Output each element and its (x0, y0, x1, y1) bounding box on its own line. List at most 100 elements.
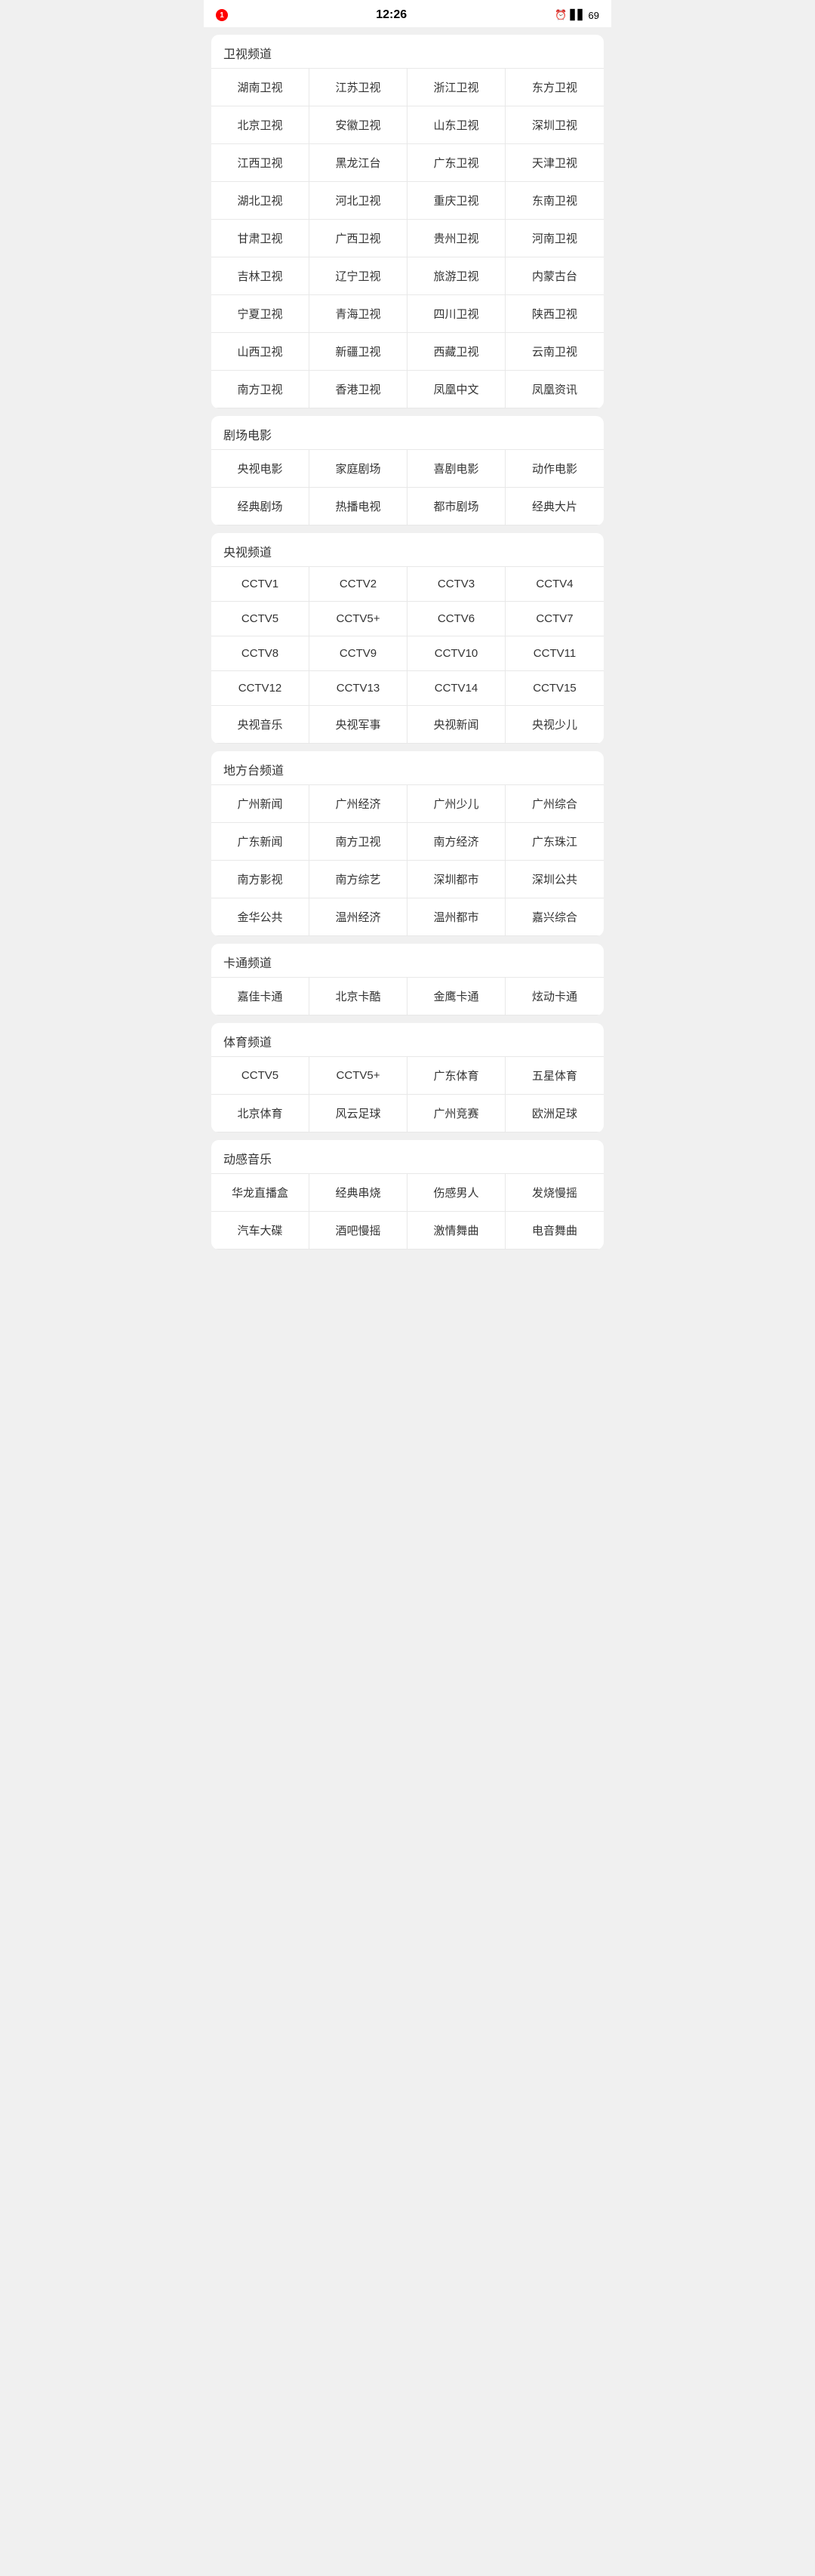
channel-cell[interactable]: 深圳都市 (408, 861, 506, 898)
channel-cell[interactable]: 凤凰中文 (408, 371, 506, 408)
channel-cell[interactable]: 江西卫视 (211, 144, 309, 182)
channel-cell[interactable]: 嘉兴综合 (506, 898, 604, 936)
channel-cell[interactable]: 安徽卫视 (309, 106, 408, 144)
channel-cell[interactable]: 深圳公共 (506, 861, 604, 898)
channel-cell[interactable]: CCTV5+ (309, 602, 408, 636)
channel-cell[interactable]: 广州新闻 (211, 785, 309, 823)
channel-cell[interactable]: 广东体育 (408, 1057, 506, 1095)
channel-cell[interactable]: 五星体育 (506, 1057, 604, 1095)
channel-cell[interactable]: 青海卫视 (309, 295, 408, 333)
channel-cell[interactable]: 山西卫视 (211, 333, 309, 371)
channel-cell[interactable]: 凤凰资讯 (506, 371, 604, 408)
channel-cell[interactable]: 山东卫视 (408, 106, 506, 144)
channel-cell[interactable]: 激情舞曲 (408, 1212, 506, 1249)
channel-cell[interactable]: 黑龙江台 (309, 144, 408, 182)
channel-cell[interactable]: 喜剧电影 (408, 450, 506, 488)
channel-cell[interactable]: 电音舞曲 (506, 1212, 604, 1249)
channel-cell[interactable]: 四川卫视 (408, 295, 506, 333)
channel-cell[interactable]: 央视军事 (309, 706, 408, 744)
channel-cell[interactable]: CCTV11 (506, 636, 604, 671)
channel-cell[interactable]: 广东卫视 (408, 144, 506, 182)
channel-cell[interactable]: 广西卫视 (309, 220, 408, 257)
channel-cell[interactable]: 辽宁卫视 (309, 257, 408, 295)
channel-cell[interactable]: 天津卫视 (506, 144, 604, 182)
channel-cell[interactable]: 南方经济 (408, 823, 506, 861)
channel-cell[interactable]: 北京卡酷 (309, 978, 408, 1015)
channel-cell[interactable]: 金鹰卡通 (408, 978, 506, 1015)
channel-cell[interactable]: CCTV5+ (309, 1057, 408, 1095)
channel-cell[interactable]: 广州竞赛 (408, 1095, 506, 1132)
channel-cell[interactable]: 央视新闻 (408, 706, 506, 744)
channel-cell[interactable]: 央视音乐 (211, 706, 309, 744)
channel-cell[interactable]: CCTV6 (408, 602, 506, 636)
channel-cell[interactable]: 炫动卡通 (506, 978, 604, 1015)
channel-cell[interactable]: 热播电视 (309, 488, 408, 525)
channel-cell[interactable]: 经典剧场 (211, 488, 309, 525)
channel-cell[interactable]: 河北卫视 (309, 182, 408, 220)
channel-cell[interactable]: CCTV15 (506, 671, 604, 706)
channel-cell[interactable]: 南方卫视 (211, 371, 309, 408)
channel-cell[interactable]: 广州少儿 (408, 785, 506, 823)
channel-cell[interactable]: 广东珠江 (506, 823, 604, 861)
channel-cell[interactable]: 经典大片 (506, 488, 604, 525)
channel-cell[interactable]: CCTV5 (211, 602, 309, 636)
channel-cell[interactable]: 酒吧慢摇 (309, 1212, 408, 1249)
channel-cell[interactable]: 湖南卫视 (211, 69, 309, 106)
channel-cell[interactable]: CCTV1 (211, 567, 309, 602)
channel-cell[interactable]: 南方影视 (211, 861, 309, 898)
channel-cell[interactable]: CCTV4 (506, 567, 604, 602)
channel-cell[interactable]: 动作电影 (506, 450, 604, 488)
channel-cell[interactable]: 广州经济 (309, 785, 408, 823)
channel-cell[interactable]: CCTV8 (211, 636, 309, 671)
channel-cell[interactable]: 南方卫视 (309, 823, 408, 861)
channel-cell[interactable]: 央视电影 (211, 450, 309, 488)
channel-cell[interactable]: 宁夏卫视 (211, 295, 309, 333)
channel-cell[interactable]: 经典串烧 (309, 1174, 408, 1212)
channel-cell[interactable]: 欧洲足球 (506, 1095, 604, 1132)
channel-cell[interactable]: 北京体育 (211, 1095, 309, 1132)
channel-cell[interactable]: 西藏卫视 (408, 333, 506, 371)
channel-cell[interactable]: 内蒙古台 (506, 257, 604, 295)
channel-cell[interactable]: CCTV5 (211, 1057, 309, 1095)
channel-cell[interactable]: 陕西卫视 (506, 295, 604, 333)
channel-cell[interactable]: 华龙直播盒 (211, 1174, 309, 1212)
channel-cell[interactable]: 河南卫视 (506, 220, 604, 257)
channel-cell[interactable]: 贵州卫视 (408, 220, 506, 257)
channel-cell[interactable]: 伤感男人 (408, 1174, 506, 1212)
channel-cell[interactable]: 重庆卫视 (408, 182, 506, 220)
channel-cell[interactable]: 广东新闻 (211, 823, 309, 861)
channel-cell[interactable]: 甘肃卫视 (211, 220, 309, 257)
channel-cell[interactable]: 广州综合 (506, 785, 604, 823)
channel-cell[interactable]: 都市剧场 (408, 488, 506, 525)
channel-cell[interactable]: 浙江卫视 (408, 69, 506, 106)
channel-cell[interactable]: CCTV10 (408, 636, 506, 671)
channel-cell[interactable]: 风云足球 (309, 1095, 408, 1132)
channel-cell[interactable]: 深圳卫视 (506, 106, 604, 144)
channel-cell[interactable]: 新疆卫视 (309, 333, 408, 371)
channel-cell[interactable]: CCTV2 (309, 567, 408, 602)
channel-cell[interactable]: 发烧慢摇 (506, 1174, 604, 1212)
channel-cell[interactable]: CCTV7 (506, 602, 604, 636)
channel-cell[interactable]: 温州都市 (408, 898, 506, 936)
channel-cell[interactable]: CCTV13 (309, 671, 408, 706)
channel-cell[interactable]: 东南卫视 (506, 182, 604, 220)
channel-cell[interactable]: 江苏卫视 (309, 69, 408, 106)
channel-cell[interactable]: 家庭剧场 (309, 450, 408, 488)
channel-cell[interactable]: 吉林卫视 (211, 257, 309, 295)
channel-cell[interactable]: 金华公共 (211, 898, 309, 936)
channel-cell[interactable]: 央视少儿 (506, 706, 604, 744)
channel-cell[interactable]: 东方卫视 (506, 69, 604, 106)
channel-cell[interactable]: CCTV3 (408, 567, 506, 602)
channel-cell[interactable]: CCTV9 (309, 636, 408, 671)
channel-cell[interactable]: 湖北卫视 (211, 182, 309, 220)
channel-cell[interactable]: 汽车大碟 (211, 1212, 309, 1249)
channel-cell[interactable]: 南方综艺 (309, 861, 408, 898)
channel-cell[interactable]: CCTV12 (211, 671, 309, 706)
channel-cell[interactable]: 旅游卫视 (408, 257, 506, 295)
channel-cell[interactable]: 北京卫视 (211, 106, 309, 144)
channel-cell[interactable]: 云南卫视 (506, 333, 604, 371)
channel-cell[interactable]: 嘉佳卡通 (211, 978, 309, 1015)
channel-cell[interactable]: 温州经济 (309, 898, 408, 936)
channel-cell[interactable]: CCTV14 (408, 671, 506, 706)
channel-cell[interactable]: 香港卫视 (309, 371, 408, 408)
